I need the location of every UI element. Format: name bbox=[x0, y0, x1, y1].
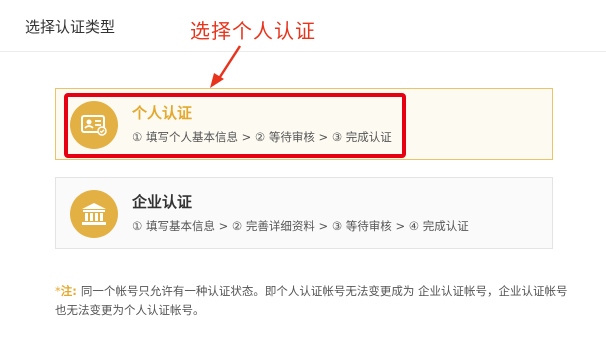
annotation-arrow-icon bbox=[210, 45, 242, 88]
personal-verification-option[interactable]: 个人认证 ① 填写个人基本信息 > ② 等待审核 > ③ 完成认证 bbox=[55, 88, 553, 160]
note-label: 注: bbox=[60, 284, 77, 298]
verification-type-panel: 选择认证类型 选择个人认证 个人认证 ① 填写个人基本信息 > ② 等待审核 >… bbox=[0, 0, 606, 352]
enterprise-verification-option[interactable]: 企业认证 ① 填写基本信息 > ② 完善详细资料 > ③ 等待审核 > ④ 完成… bbox=[55, 177, 553, 249]
id-card-icon bbox=[70, 101, 118, 149]
note-star: * bbox=[55, 284, 61, 298]
note-text: *注: 同一个帐号只允许有一种认证状态。即个人认证帐号无法变更成为 企业认证帐号，… bbox=[55, 282, 575, 320]
option-title-enterprise: 企业认证 bbox=[132, 193, 193, 211]
note-body: 同一个帐号只允许有一种认证状态。即个人认证帐号无法变更成为 企业认证帐号，企业认… bbox=[55, 284, 568, 317]
page-title: 选择认证类型 bbox=[25, 18, 116, 36]
option-title-personal: 个人认证 bbox=[132, 104, 193, 122]
option-steps-personal: ① 填写个人基本信息 > ② 等待审核 > ③ 完成认证 bbox=[132, 130, 392, 144]
option-steps-enterprise: ① 填写基本信息 > ② 完善详细资料 > ③ 等待审核 > ④ 完成认证 bbox=[132, 219, 469, 233]
bank-building-icon bbox=[70, 190, 118, 238]
